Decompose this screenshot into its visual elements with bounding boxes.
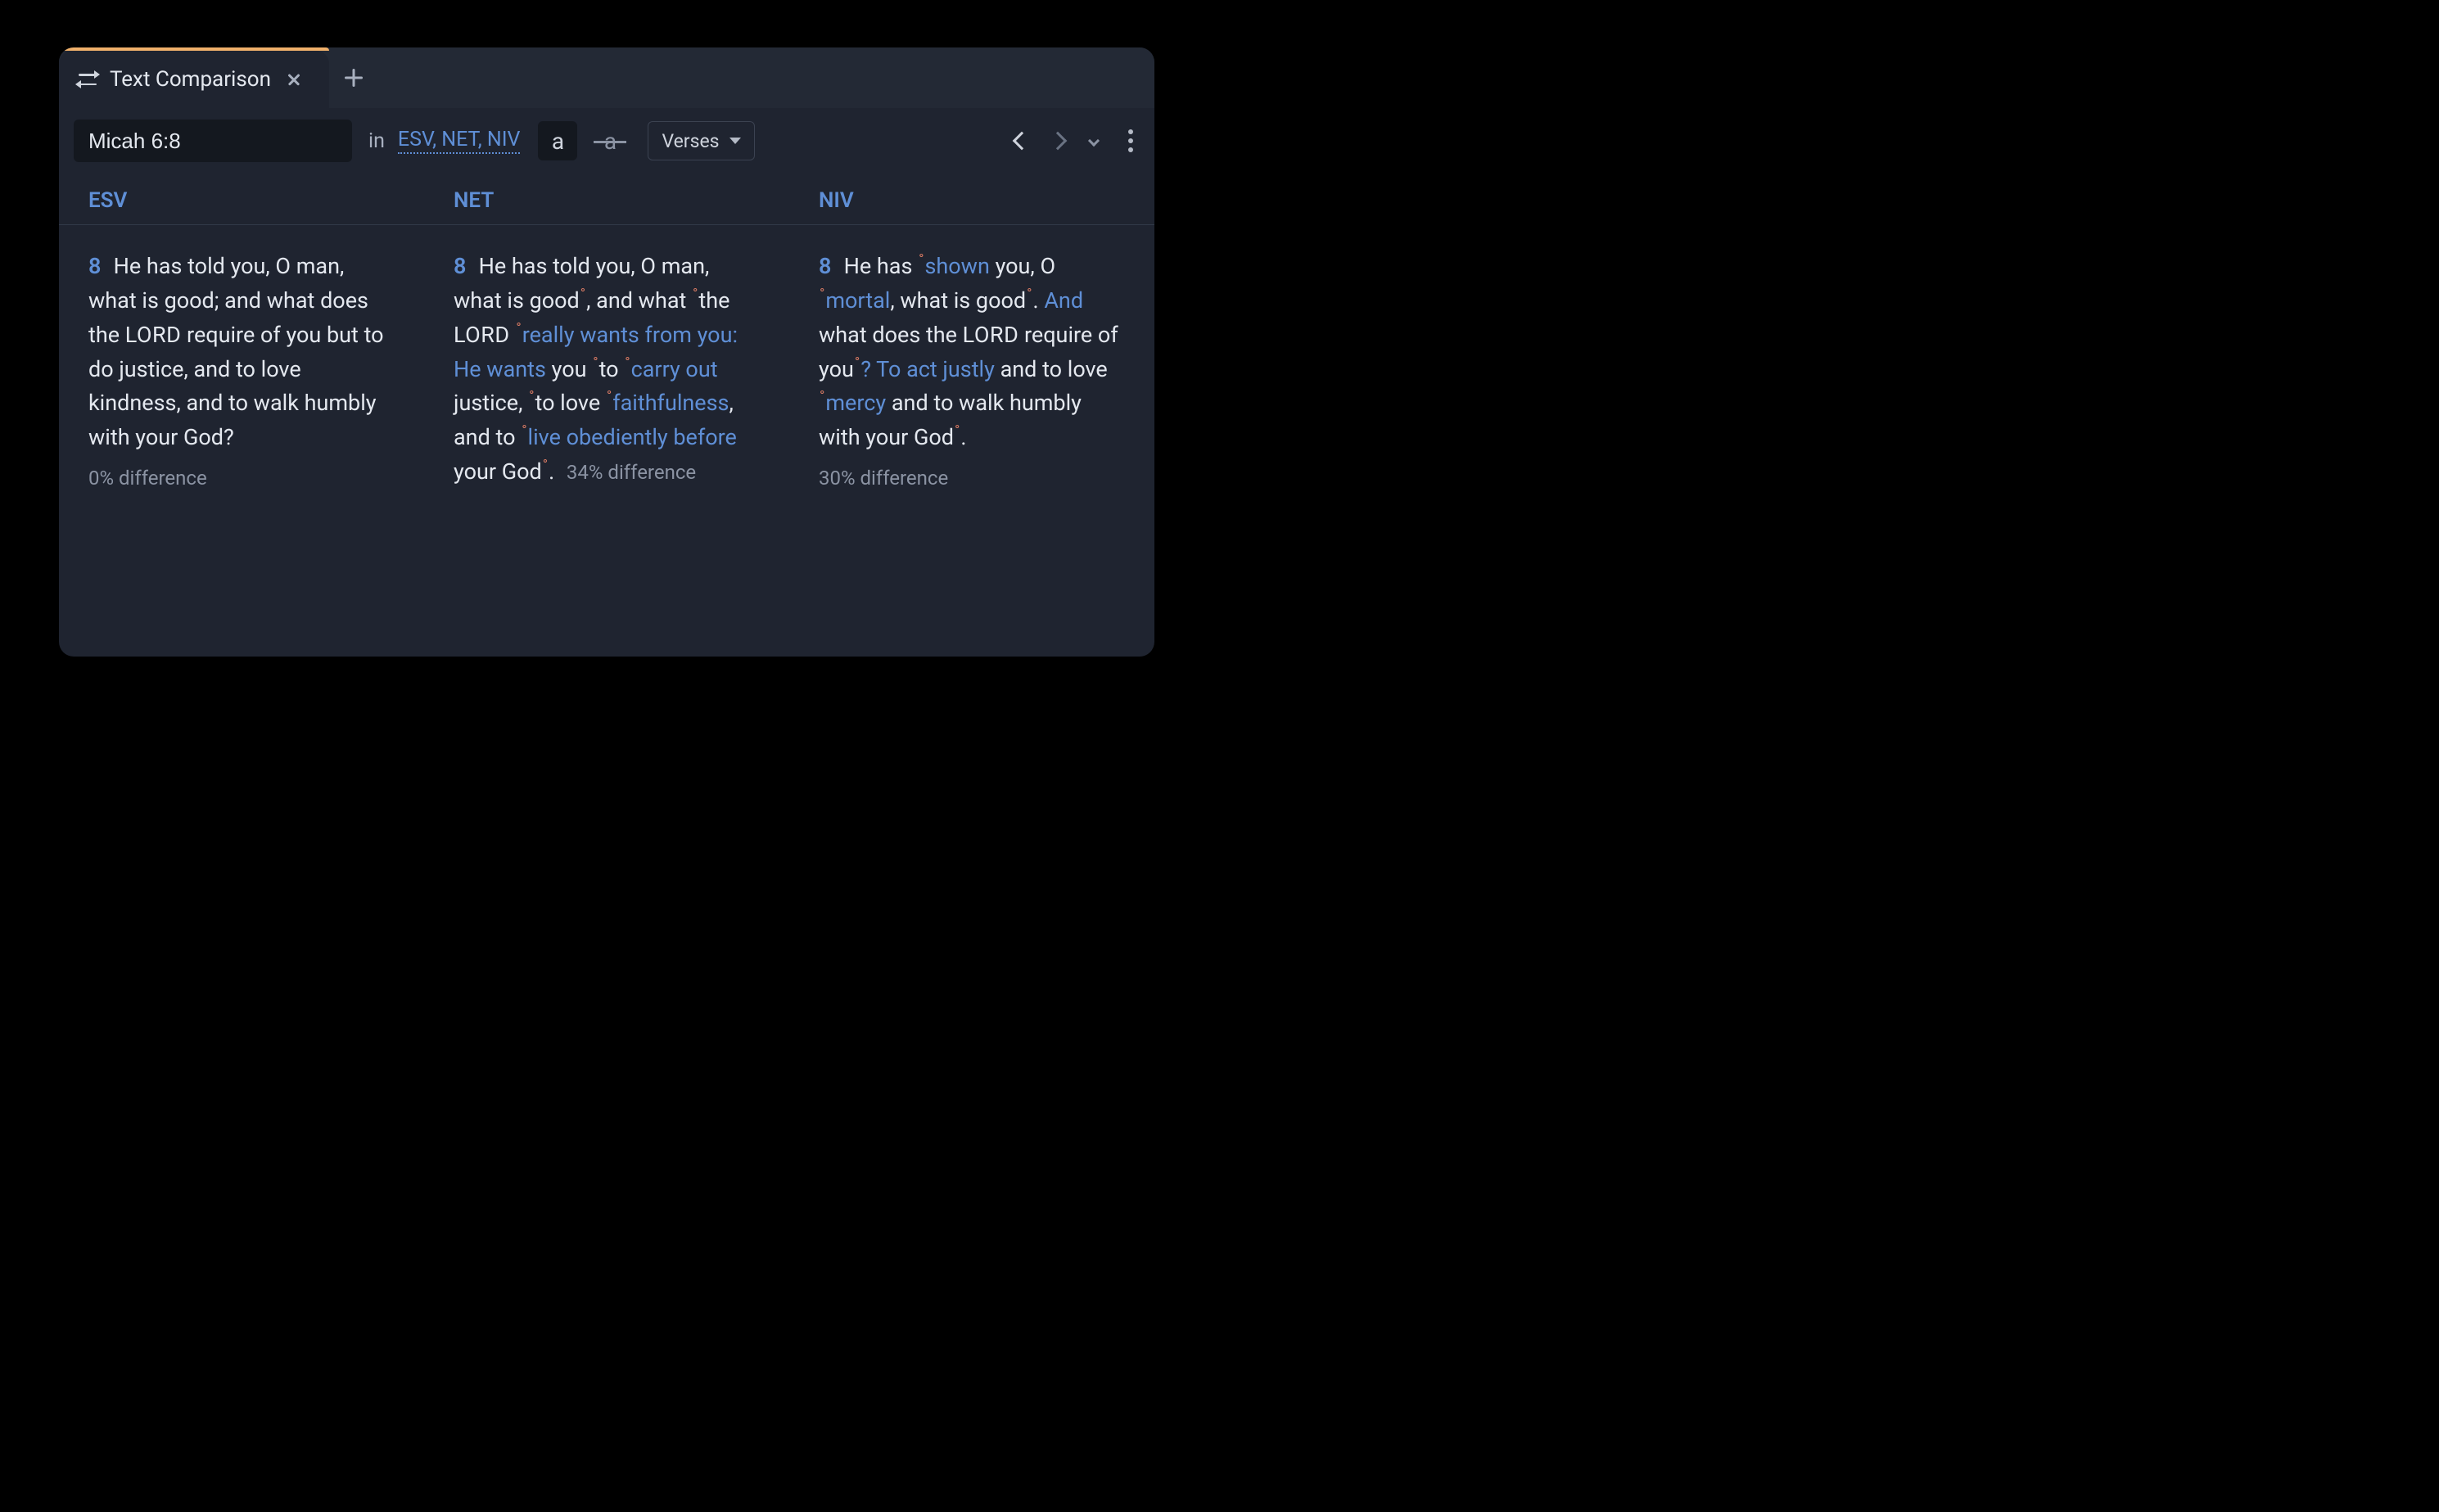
plus-icon — [344, 68, 364, 88]
nav-history-menu[interactable] — [1079, 126, 1109, 156]
verse-text: He has told you, O man, what is good°, a… — [454, 253, 738, 485]
diff-marker-icon: ° — [543, 457, 548, 473]
tab-text-comparison[interactable]: Text Comparison — [59, 51, 329, 108]
column-headers: ESV NET NIV — [59, 177, 1154, 225]
diff-marker-icon: ° — [529, 388, 534, 404]
in-label: in — [368, 129, 385, 153]
diff-marker-icon: ° — [580, 286, 585, 302]
dot-icon — [1128, 129, 1133, 134]
versions-link[interactable]: ESV, NET, NIV — [398, 128, 521, 154]
nav-forward-button[interactable] — [1043, 126, 1073, 156]
toolbar: in ESV, NET, NIV a a Verses — [59, 108, 1154, 177]
diff-marker-icon: ° — [1027, 286, 1032, 302]
verse-esv: 8 He has told you, O man, what is good; … — [88, 250, 395, 455]
panel-menu-button[interactable] — [1122, 123, 1140, 159]
diff-marker-icon: ° — [919, 251, 924, 268]
diff-marker-icon: ° — [955, 422, 960, 439]
dot-icon — [1128, 147, 1133, 152]
app-window: Text Comparison in ESV, NET, NIV a a Ver… — [59, 47, 1154, 657]
close-icon[interactable] — [282, 68, 305, 91]
diff-marker-icon: ° — [820, 286, 824, 302]
tab-title: Text Comparison — [110, 67, 271, 92]
history-nav — [1007, 126, 1109, 156]
swap-arrows-icon — [77, 70, 98, 88]
tab-strip: Text Comparison — [59, 47, 1154, 108]
column-header-esv[interactable]: ESV — [88, 188, 395, 213]
diff-marker-icon: ° — [593, 354, 598, 371]
chevron-left-icon — [1013, 132, 1032, 151]
chevron-right-icon — [1049, 132, 1068, 151]
difference-pct-net: 34% difference — [567, 461, 696, 484]
verse-text: He has told you, O man, what is good; an… — [88, 253, 384, 450]
view-mode-dropdown[interactable]: Verses — [648, 121, 754, 160]
chevron-down-icon — [1088, 135, 1100, 147]
nav-back-button[interactable] — [1007, 126, 1037, 156]
verse-number: 8 — [454, 253, 467, 279]
verse-row: 8 He has told you, O man, what is good; … — [59, 225, 1154, 490]
verse-net: 8 He has told you, O man, what is good°,… — [454, 250, 760, 490]
diff-marker-icon: ° — [693, 286, 698, 302]
column-header-niv[interactable]: NIV — [819, 188, 1125, 213]
view-mode-label: Verses — [662, 130, 719, 152]
diff-marker-icon: ° — [820, 388, 824, 404]
new-tab-button[interactable] — [329, 47, 378, 108]
diff-marker-icon: ° — [625, 354, 630, 371]
column-header-net[interactable]: NET — [454, 188, 760, 213]
verse-text: He has °shown you, O °mortal, what is go… — [819, 253, 1118, 450]
verse-number: 8 — [819, 253, 832, 279]
show-diff-toggle[interactable]: a — [538, 121, 577, 160]
strike-diff-toggle[interactable]: a — [590, 121, 630, 160]
chevron-down-icon — [729, 138, 741, 144]
diff-marker-icon: ° — [522, 422, 526, 439]
diff-marker-icon: ° — [855, 354, 860, 371]
difference-pct-niv: 30% difference — [819, 467, 948, 490]
diff-marker-icon: ° — [607, 388, 612, 404]
diff-marker-icon: ° — [516, 320, 521, 336]
verse-number: 8 — [88, 253, 102, 279]
dot-icon — [1128, 138, 1133, 143]
difference-pct-esv: 0% difference — [88, 467, 207, 490]
verse-niv: 8 He has °shown you, O °mortal, what is … — [819, 250, 1125, 455]
reference-input[interactable] — [74, 120, 352, 162]
